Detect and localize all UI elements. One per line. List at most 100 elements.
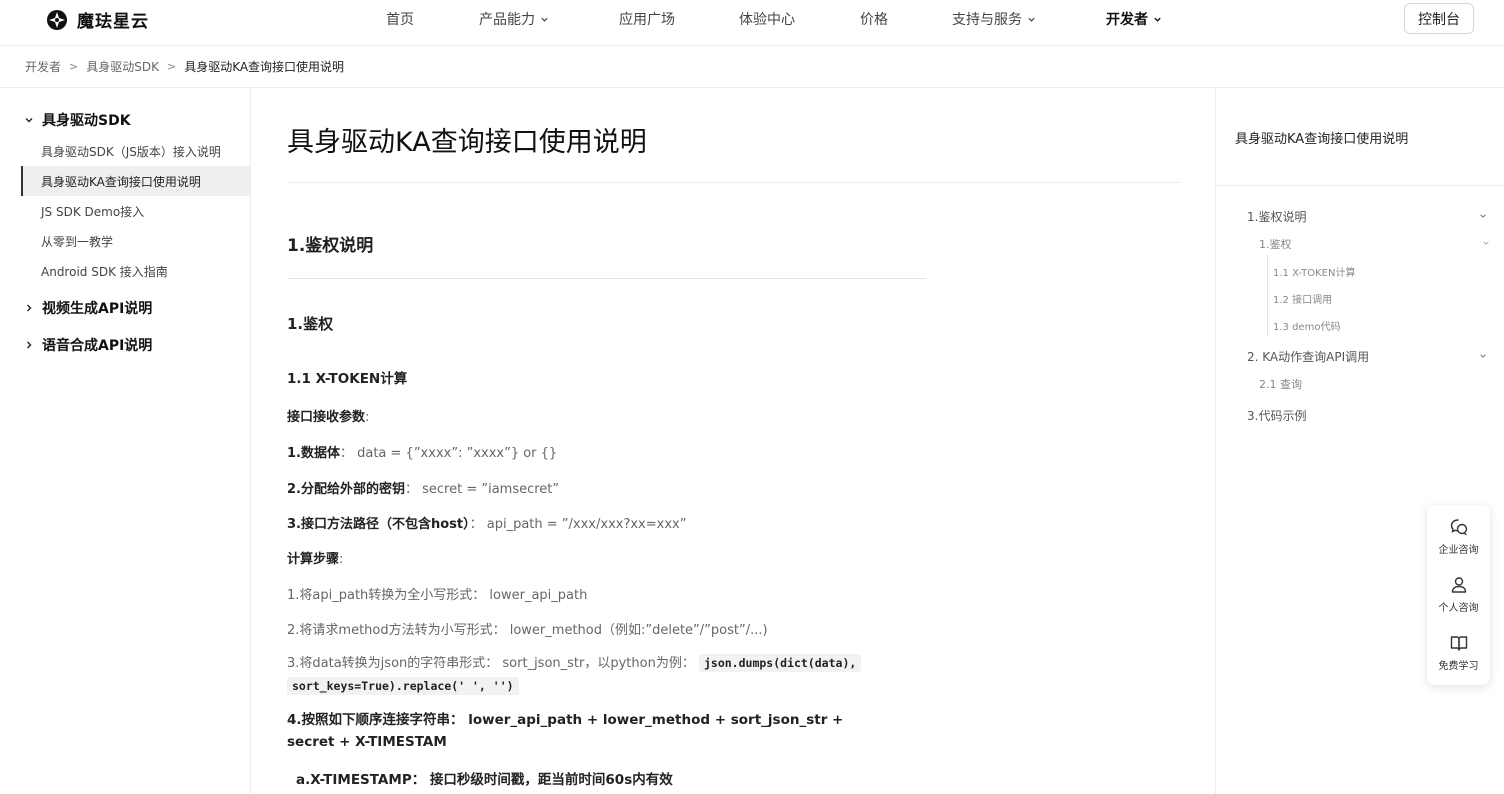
main-content: 具身驱动KA查询接口使用说明 1.鉴权说明 1.鉴权 1.1 X-TOKEN计算… (251, 88, 1215, 794)
step-1: 1.将api_path转换为全小写形式： lower_api_path (287, 588, 588, 603)
nav-experience[interactable]: 体验中心 (739, 9, 795, 29)
toc-item-label: 1.3 demo代码 (1273, 322, 1341, 333)
sidebar-item-android[interactable]: Android SDK 接入指南 (21, 256, 250, 286)
free-learning-button[interactable]: 免费学习 (1427, 633, 1490, 672)
breadcrumb-separator-icon: > (69, 60, 79, 73)
calc-steps-label: 计算步骤 (287, 552, 340, 567)
toc-item-code-example[interactable]: 3.代码示例 (1247, 407, 1306, 424)
section-heading-auth: 1.鉴权说明 (287, 236, 374, 256)
sidebar-item-label: 从零到一教学 (41, 234, 114, 249)
param-label: 3.接口方法路径（不包含host） (287, 517, 470, 532)
param-value: ： secret = ”iamsecret” (404, 482, 560, 497)
table-of-contents: 具身驱动KA查询接口使用说明 1.鉴权说明 1.鉴权 1.1 X-TOKEN计算… (1215, 88, 1504, 794)
recv-params-label: 接口接收参数 (287, 410, 366, 425)
toc-item-label: 2. KA动作查询API调用 (1247, 350, 1370, 364)
toc-item-auth-desc[interactable]: 1.鉴权说明 (1247, 208, 1306, 225)
nav-support-label: 支持与服务 (952, 12, 1022, 28)
toc-item-ka-api[interactable]: 2. KA动作查询API调用 (1247, 348, 1369, 365)
step-2: 2.将请求method方法转为小写形式： lower_method（例如:”de… (287, 623, 768, 638)
sidebar-item-ka-query[interactable]: 具身驱动KA查询接口使用说明 (21, 166, 250, 196)
toc-item-label: 1.鉴权 (1259, 238, 1292, 251)
param-value: ： api_path = ”/xxx/xxx?xx=xxx” (469, 517, 687, 532)
nav-pricing[interactable]: 价格 (860, 9, 888, 29)
step-3: 3.将data转换为json的字符串形式： sort_json_str，以pyt… (287, 652, 887, 698)
left-sidebar: 具身驱动SDK 具身驱动SDK（JS版本）接入说明 具身驱动KA查询接口使用说明… (0, 88, 251, 794)
sidebar-item-label: Android SDK 接入指南 (41, 264, 168, 279)
nav-experience-label: 体验中心 (739, 12, 795, 28)
section-divider (287, 278, 926, 279)
nav-pricing-label: 价格 (860, 12, 888, 28)
breadcrumb-developer[interactable]: 开发者 (25, 58, 61, 75)
code-snippet: json.dumps(dict(data), (698, 654, 862, 672)
toc-item-label: 1.2 接口调用 (1273, 295, 1333, 306)
chevron-down-icon[interactable] (1479, 212, 1487, 220)
nav-support[interactable]: 支持与服务 (952, 9, 1036, 29)
sidebar-group-label: 语音合成API说明 (42, 338, 153, 354)
chevron-right-icon (27, 304, 32, 312)
param-data-body: 1.数据体： data = {”xxxx”: ”xxxx”} or {} (287, 442, 557, 461)
nav-home-label: 首页 (386, 12, 414, 28)
chevron-right-icon (27, 341, 32, 349)
float-item-label: 企业咨询 (1438, 545, 1479, 556)
toc-item-demo-code[interactable]: 1.3 demo代码 (1273, 318, 1340, 333)
nav-app-market[interactable]: 应用广场 (619, 9, 675, 29)
book-icon (1450, 636, 1467, 651)
breadcrumb-sdk[interactable]: 具身驱动SDK (86, 58, 159, 75)
floating-help-panel: 企业咨询 个人咨询 免费学习 (1427, 505, 1490, 685)
toc-item-query[interactable]: 2.1 查询 (1259, 376, 1302, 392)
chevron-down-icon (1028, 17, 1035, 22)
nav-home[interactable]: 首页 (386, 9, 414, 29)
sidebar-item-js-demo[interactable]: JS SDK Demo接入 (21, 196, 250, 226)
title-divider (287, 182, 1181, 183)
brand-name: 魔珐星云 (77, 12, 149, 32)
sidebar-item-label: 具身驱动SDK（JS版本）接入说明 (41, 144, 221, 159)
toc-item-label: 3.代码示例 (1247, 409, 1307, 423)
param-label: 1.数据体 (287, 446, 340, 461)
param-value: ： data = {”xxxx”: ”xxxx”} or {} (339, 446, 558, 461)
toc-item-label: 1.鉴权说明 (1247, 210, 1307, 224)
nav-app-market-label: 应用广场 (619, 12, 675, 28)
toc-item-auth[interactable]: 1.鉴权 (1259, 236, 1292, 252)
nav-developer[interactable]: 开发者 (1106, 9, 1162, 29)
sidebar-group-video-api[interactable]: 视频生成API说明 (24, 298, 152, 318)
breadcrumb: 开发者 > 具身驱动SDK > 具身驱动KA查询接口使用说明 (25, 58, 344, 75)
param-label: 2.分配给外部的密钥 (287, 482, 405, 497)
recv-params-colon: : (365, 410, 370, 425)
page-title: 具身驱动KA查询接口使用说明 (287, 127, 647, 158)
step-4a: a.X-TIMESTAMP： 接口秒级时间戳，距当前时间60s内有效 (296, 772, 673, 788)
sidebar-item-tutorial[interactable]: 从零到一教学 (21, 226, 250, 256)
toc-divider (1216, 185, 1504, 186)
toc-item-interface-call[interactable]: 1.2 接口调用 (1273, 291, 1332, 306)
toc-item-label: 1.1 X-TOKEN计算 (1273, 268, 1356, 279)
sidebar-group-label: 视频生成API说明 (42, 301, 153, 317)
sidebar-item-js-sdk[interactable]: 具身驱动SDK（JS版本）接入说明 (21, 136, 250, 166)
chevron-down-icon (541, 17, 548, 22)
breadcrumb-separator-icon: > (166, 60, 177, 73)
chevron-down-icon[interactable] (1482, 239, 1490, 247)
sidebar-group-tts-api[interactable]: 语音合成API说明 (24, 335, 152, 355)
personal-consult-button[interactable]: 个人咨询 (1427, 575, 1490, 614)
float-item-label: 个人咨询 (1438, 603, 1479, 614)
brand-logo-icon (47, 9, 67, 30)
toc-item-xtoken[interactable]: 1.1 X-TOKEN计算 (1273, 264, 1355, 279)
sidebar-item-label: JS SDK Demo接入 (41, 204, 145, 219)
step-4: 4.按照如下顺序连接字符串： lower_api_path + lower_me… (287, 712, 844, 750)
sidebar-group-label: 具身驱动SDK (42, 113, 131, 129)
subsection-heading-xtoken: 1.1 X-TOKEN计算 (287, 371, 408, 387)
toc-title: 具身驱动KA查询接口使用说明 (1235, 132, 1409, 147)
float-item-label: 免费学习 (1438, 661, 1479, 672)
chevron-down-icon[interactable] (1479, 352, 1487, 360)
user-icon (1451, 577, 1466, 593)
toc-item-label: 2.1 查询 (1259, 378, 1302, 391)
sidebar-group-sdk[interactable]: 具身驱动SDK (24, 110, 131, 130)
nav-products[interactable]: 产品能力 (479, 9, 549, 29)
recv-params-text: 接口接收参数: (287, 406, 369, 425)
top-navigation: 魔珐星云 首页 产品能力 应用广场 体验中心 价格 支持与服务 开发者 控制台 (0, 0, 1504, 46)
nav-developer-label: 开发者 (1106, 12, 1148, 28)
chat-icon (1450, 519, 1467, 536)
enterprise-consult-button[interactable]: 企业咨询 (1427, 517, 1490, 556)
console-button[interactable]: 控制台 (1404, 3, 1474, 34)
calc-steps-colon: : (339, 552, 344, 567)
brand-logo[interactable]: 魔珐星云 (46, 7, 149, 32)
param-secret: 2.分配给外部的密钥： secret = ”iamsecret” (287, 478, 559, 497)
